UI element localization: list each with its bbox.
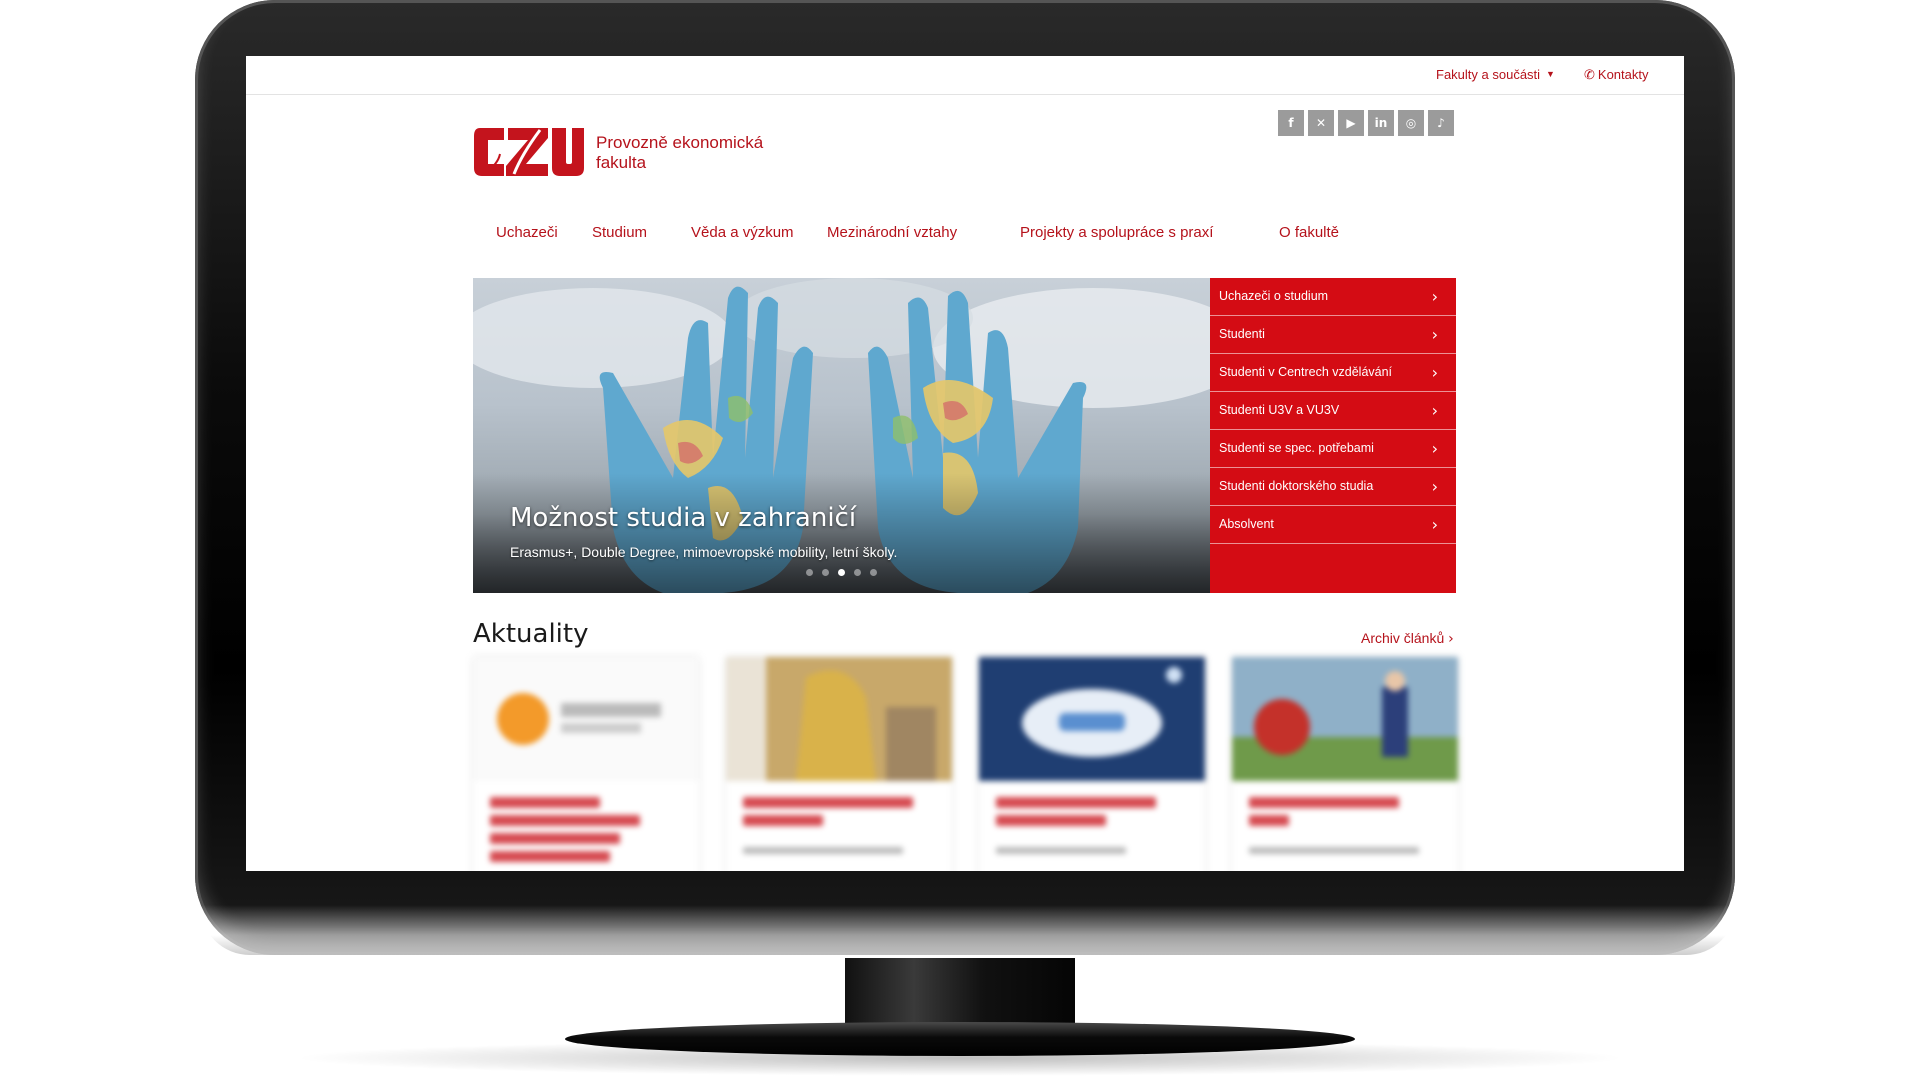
nav-item-o-fakulte[interactable]: O fakultě	[1279, 224, 1339, 241]
faculty-name[interactable]: Provozně ekonomická fakulta	[596, 133, 763, 173]
news-card[interactable]	[473, 657, 699, 871]
instagram-icon[interactable]: ◎	[1398, 110, 1424, 136]
news-card-title-blurred	[996, 797, 1156, 808]
nav-item-projekty[interactable]: Projekty a spolupráce s praxí	[1020, 224, 1213, 241]
side-item-label: Uchazeči o studium	[1219, 289, 1329, 303]
archive-label: Archiv článků	[1361, 630, 1445, 646]
faculty-name-line1: Provozně ekonomická	[596, 133, 764, 152]
news-card[interactable]	[726, 657, 952, 871]
news-card-image	[726, 657, 952, 781]
news-card-title-blurred	[743, 815, 823, 826]
news-card-title-blurred	[1249, 815, 1289, 826]
chevron-right-icon: ›	[1431, 325, 1438, 344]
side-item-studenti-u3v[interactable]: Studenti U3V a VU3V ›	[1210, 392, 1456, 430]
news-card-title-blurred	[996, 815, 1106, 826]
news-card-title-blurred	[490, 851, 610, 862]
hero-title[interactable]: Možnost studia v zahraničí	[510, 503, 856, 533]
chevron-right-icon: ›	[1431, 515, 1438, 534]
news-card-meta-blurred	[996, 847, 1126, 854]
chevron-right-icon: ›	[1431, 287, 1438, 306]
slide-dot-4[interactable]	[854, 569, 861, 576]
side-item-label: Absolvent	[1219, 517, 1274, 531]
slide-dot-1[interactable]	[806, 569, 813, 576]
x-icon[interactable]: ✕	[1308, 110, 1334, 136]
slider-indicators	[806, 569, 877, 576]
chevron-right-icon: ›	[1431, 477, 1438, 496]
audience-menu: Uchazeči o studium › Studenti › Studenti v…	[1210, 278, 1456, 593]
phone-icon: ✆	[1584, 67, 1595, 82]
slide-dot-3[interactable]	[838, 569, 845, 576]
news-card-image	[473, 657, 699, 781]
archive-link[interactable]: Archiv článků ›	[1361, 630, 1454, 647]
faculties-dropdown[interactable]: Fakulty a součásti ▼	[1436, 67, 1555, 82]
news-card-meta-blurred	[743, 847, 903, 854]
side-item-absolvent[interactable]: Absolvent ›	[1210, 506, 1456, 544]
news-card-image	[1232, 657, 1458, 781]
facebook-icon[interactable]: f	[1278, 110, 1304, 136]
side-item-studenti[interactable]: Studenti ›	[1210, 316, 1456, 354]
news-card-title-blurred	[490, 833, 620, 844]
monitor-stand-base	[565, 1022, 1355, 1056]
news-card-image	[979, 657, 1205, 781]
side-item-label: Studenti v Centrech vzdělávání	[1219, 365, 1393, 379]
side-item-studenti-spec[interactable]: Studenti se spec. potřebami ›	[1210, 430, 1456, 468]
tiktok-icon[interactable]: ♪	[1428, 110, 1454, 136]
side-item-uchazeci-o-studium[interactable]: Uchazeči o studium ›	[1210, 278, 1456, 316]
caret-down-icon: ▼	[1546, 69, 1555, 79]
utility-bar: Fakulty a součásti ▼ ✆ Kontakty	[246, 56, 1684, 95]
nav-item-veda-a-vyzkum[interactable]: Věda a výzkum	[691, 224, 794, 241]
side-item-label: Studenti se spec. potřebami	[1219, 441, 1374, 455]
nav-item-uchazeci[interactable]: Uchazeči	[496, 224, 558, 241]
chevron-right-icon: ›	[1431, 363, 1438, 382]
side-item-label: Studenti U3V a VU3V	[1219, 403, 1340, 417]
faculty-name-line2: fakulta	[596, 153, 647, 172]
slide-dot-2[interactable]	[822, 569, 829, 576]
nav-item-studium[interactable]: Studium	[592, 224, 647, 241]
faculties-label: Fakulty a součásti	[1436, 67, 1541, 82]
side-item-label: Studenti	[1219, 327, 1265, 341]
news-card[interactable]	[1232, 657, 1458, 871]
chevron-right-icon: ›	[1431, 401, 1438, 420]
nav-item-mezinarodni-vztahy[interactable]: Mezinárodní vztahy	[827, 224, 957, 241]
website-screen: Fakulty a součásti ▼ ✆ Kontakty Provozně e…	[246, 56, 1684, 871]
hero-slider[interactable]: Možnost studia v zahraničí Erasmus+, Dou…	[473, 278, 1210, 593]
contacts-label: Kontakty	[1597, 67, 1649, 82]
social-links: f ✕ ▶ in ◎ ♪	[1278, 110, 1454, 136]
youtube-icon[interactable]: ▶	[1338, 110, 1364, 136]
chevron-right-icon: ›	[1448, 631, 1454, 647]
side-item-doktorske-studium[interactable]: Studenti doktorského studia ›	[1210, 468, 1456, 506]
news-card-title-blurred	[490, 797, 600, 808]
news-card-title-blurred	[743, 797, 913, 808]
linkedin-icon[interactable]: in	[1368, 110, 1394, 136]
contacts-link[interactable]: ✆ Kontakty	[1584, 67, 1649, 83]
news-card-title-blurred	[490, 815, 640, 826]
side-item-studenti-centra[interactable]: Studenti v Centrech vzdělávání ›	[1210, 354, 1456, 392]
side-item-label: Studenti doktorského studia	[1219, 479, 1374, 493]
news-card-title-blurred	[1249, 797, 1399, 808]
news-card[interactable]	[979, 657, 1205, 871]
news-heading: Aktuality	[473, 619, 589, 649]
news-card-meta-blurred	[1249, 847, 1419, 854]
main-navigation: Uchazeči Studium Věda a výzkum Mezinárod…	[474, 224, 1456, 254]
chevron-right-icon: ›	[1431, 439, 1438, 458]
hero-subtitle: Erasmus+, Double Degree, mimoevropské mo…	[510, 544, 898, 560]
slide-dot-5[interactable]	[870, 569, 877, 576]
czu-logo[interactable]	[474, 124, 584, 180]
